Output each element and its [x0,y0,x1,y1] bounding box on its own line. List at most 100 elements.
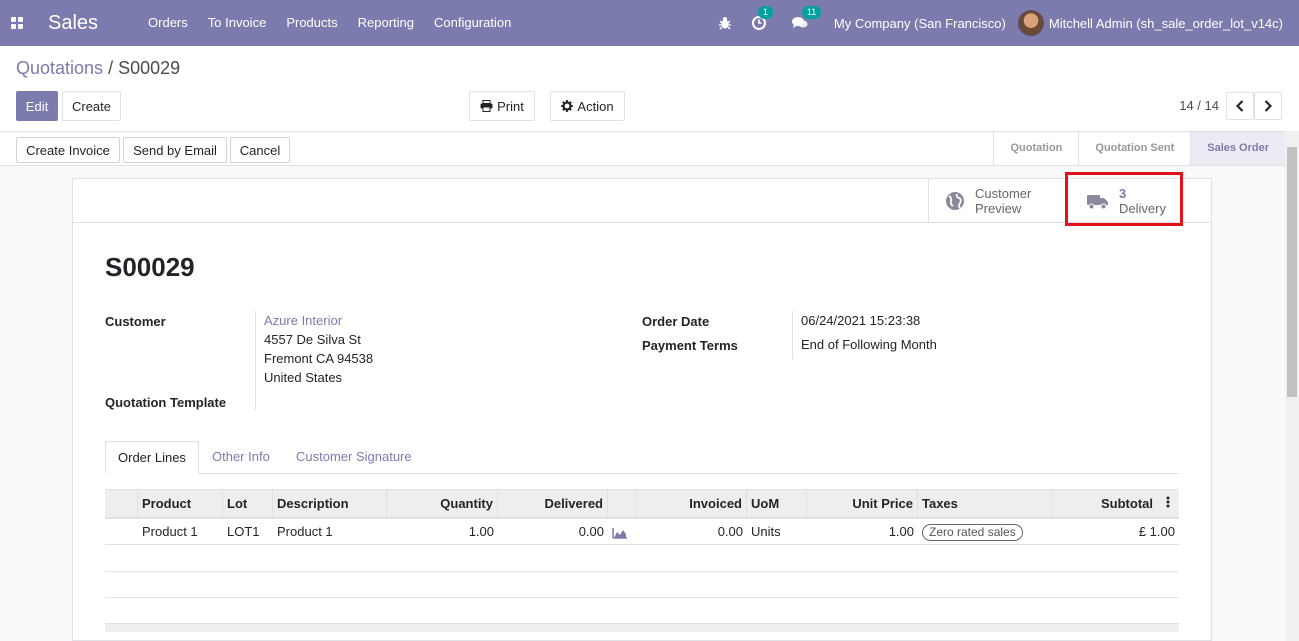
header-lot[interactable]: Lot [223,490,273,518]
action-button[interactable]: Action [550,91,625,121]
menu-orders[interactable]: Orders [138,0,198,46]
breadcrumb-quotations[interactable]: Quotations [16,58,103,78]
field-divider [792,311,793,359]
menu-to-invoice[interactable]: To Invoice [198,0,277,46]
table-footer [105,624,1179,632]
cell-invoiced: 0.00 [717,524,743,539]
optional-columns-icon[interactable] [1157,490,1179,518]
action-label: Action [577,98,614,114]
order-date-value: 06/24/2021 15:23:38 [801,313,921,328]
tab-customer-signature[interactable]: Customer Signature [284,441,424,474]
main-menu: Orders To Invoice Products Reporting Con… [138,0,521,46]
top-navbar: Sales Orders To Invoice Products Reporti… [0,0,1299,46]
scrollbar[interactable] [1285,131,1299,641]
payment-terms-label: Payment Terms [642,338,738,353]
chevron-left-icon [1236,100,1244,112]
avatar [1017,10,1044,36]
messages-icon[interactable]: 11 [791,6,822,30]
header-forecast [608,490,636,518]
button-box: Customer Preview 3 Delivery [73,179,1211,223]
header-product[interactable]: Product [138,490,223,518]
create-button[interactable]: Create [62,91,121,121]
print-button[interactable]: Print [469,91,535,121]
pager-value[interactable]: 14 / 14 [1179,98,1219,113]
cell-lot: LOT1 [227,524,260,539]
cell-unit-price: 1.00 [888,524,914,539]
status-bar: Create Invoice Send by Email Cancel Quot… [0,131,1299,166]
table-header: Product Lot Description Quantity Deliver… [105,489,1179,519]
activity-badge: 1 [757,6,773,19]
cell-product: Product 1 [142,524,198,539]
header-unit-price[interactable]: Unit Price [807,490,918,518]
header-taxes[interactable]: Taxes [918,490,1053,518]
stage-pipeline: Quotation Quotation Sent Sales Order [993,132,1285,165]
payment-terms-value: End of Following Month [801,337,937,352]
tab-other-info[interactable]: Other Info [200,441,282,474]
order-date-label: Order Date [642,314,710,329]
menu-products[interactable]: Products [276,0,347,46]
address-line-2: Fremont CA 94538 [264,351,374,366]
edit-button[interactable]: Edit [16,91,58,121]
app-brand[interactable]: Sales [48,12,98,35]
header-handle [105,490,138,518]
company-switcher[interactable]: My Company (San Francisco) [834,16,1006,31]
user-name: Mitchell Admin (sh_sale_order_lot_v14c) [1048,15,1283,31]
quotation-template-label: Quotation Template [105,395,227,410]
apps-menu-icon[interactable] [0,0,34,46]
messages-badge: 11 [801,6,822,19]
preview-label-2: Preview [975,201,1022,216]
cell-quantity: 1.00 [468,524,494,539]
delivery-highlight-box [1065,172,1183,226]
create-invoice-button[interactable]: Create Invoice [16,137,120,163]
forecast-chart-icon[interactable] [608,519,636,545]
header-uom[interactable]: UoM [747,490,807,518]
tab-order-lines[interactable]: Order Lines [105,441,199,474]
notebook-tabs: Order Lines Other Info Customer Signatur… [105,441,1179,474]
user-menu[interactable]: Mitchell Admin (sh_sale_order_lot_v14c) [1017,10,1283,36]
pager-next-button[interactable] [1254,92,1282,120]
bug-icon[interactable] [718,16,732,30]
chevron-right-icon [1264,100,1272,112]
menu-reporting[interactable]: Reporting [348,0,424,46]
breadcrumb-current: S00029 [118,58,181,78]
header-quantity[interactable]: Quantity [387,490,498,518]
customer-link[interactable]: Azure Interior [264,311,342,330]
activity-clock-icon[interactable]: 1 [751,6,773,30]
stage-quotation[interactable]: Quotation [993,132,1078,165]
address-line-3: United States [264,370,343,385]
customer-preview-button[interactable]: Customer Preview [928,179,1066,223]
breadcrumb-separator: / [103,58,119,78]
field-divider [255,311,256,410]
header-invoiced[interactable]: Invoiced [636,490,747,518]
cell-subtotal: £ 1.00 [1138,524,1175,539]
stage-sales-order[interactable]: Sales Order [1190,132,1285,165]
table-row-empty[interactable] [105,546,1179,572]
globe-icon [946,192,964,210]
scrollbar-thumb[interactable] [1287,147,1297,397]
print-label: Print [497,98,524,114]
systray: 1 11 My Company (San Francisco) Mitchell… [708,0,1299,46]
cell-taxes: Zero rated sales [918,519,1053,545]
stage-quotation-sent[interactable]: Quotation Sent [1078,132,1190,165]
menu-configuration[interactable]: Configuration [424,0,521,46]
table-row-empty[interactable] [105,598,1179,624]
table-row-empty[interactable] [105,572,1179,598]
send-by-email-button[interactable]: Send by Email [123,137,227,163]
table-row[interactable]: Product 1 LOT1 Product 1 1.00 0.00 0.00 … [105,519,1179,545]
print-icon [480,100,493,112]
order-number: S00029 [105,252,195,282]
header-subtotal[interactable]: Subtotal [1053,490,1157,518]
header-description[interactable]: Description [273,490,387,518]
gear-icon [561,100,574,112]
cancel-button[interactable]: Cancel [230,137,290,163]
address-line-1: 4557 De Silva St [264,332,361,347]
cell-description: Product 1 [277,524,333,539]
header-delivered[interactable]: Delivered [498,490,608,518]
pager-previous-button[interactable] [1226,92,1254,120]
cell-uom: Units [751,524,781,539]
breadcrumb: Quotations / S00029 [16,58,180,79]
preview-label-1: Customer [975,186,1032,201]
tax-tag: Zero rated sales [922,524,1023,541]
cell-delivered: 0.00 [578,524,604,539]
customer-label: Customer [105,314,166,329]
